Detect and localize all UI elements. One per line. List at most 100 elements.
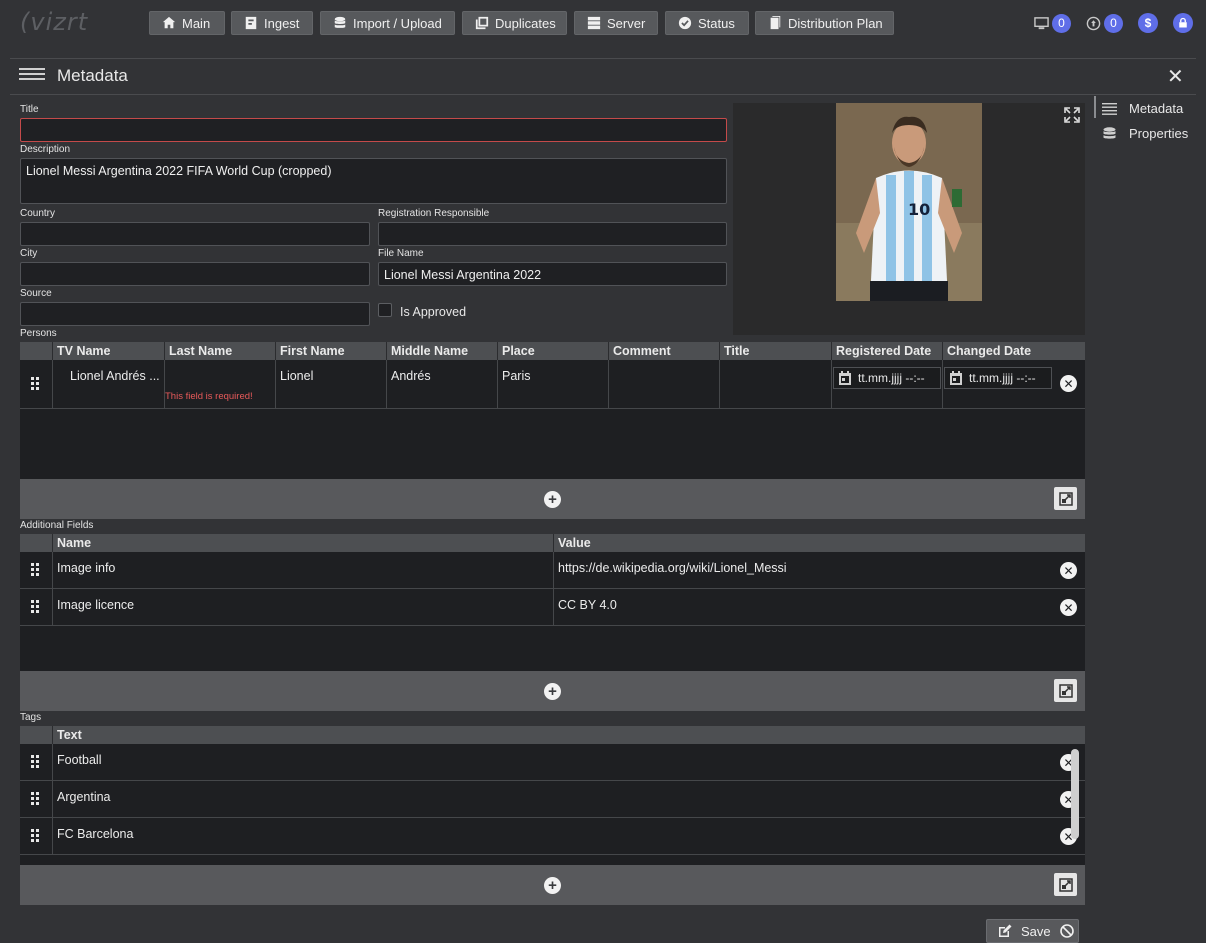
nav-distribution-button[interactable]: Distribution Plan	[755, 11, 894, 35]
description-textarea[interactable]: Lionel Messi Argentina 2022 FIFA World C…	[20, 158, 727, 204]
approved-checkbox[interactable]	[378, 303, 392, 317]
nav-duplicates-button[interactable]: Duplicates	[462, 11, 567, 35]
source-input[interactable]	[20, 302, 370, 326]
column-header[interactable]: Comment	[608, 342, 719, 360]
remove-row-icon[interactable]: ✕	[1060, 599, 1077, 616]
upload-counter[interactable]: 0	[1086, 13, 1123, 33]
column-header[interactable]: Name	[52, 534, 553, 552]
first-name-cell[interactable]: Lionel	[275, 360, 386, 408]
home-icon	[162, 16, 176, 29]
monitor-counter[interactable]: 0	[1034, 13, 1071, 33]
registration-label: Registration Responsible	[378, 208, 490, 219]
place-cell[interactable]: Paris	[497, 360, 608, 408]
popout-button[interactable]	[1054, 679, 1077, 702]
user-button[interactable]	[1173, 13, 1193, 33]
close-icon[interactable]: ✕	[1167, 67, 1184, 87]
image-preview: 10	[733, 103, 1085, 335]
table-header: Text	[20, 726, 1085, 744]
nav-main-button[interactable]: Main	[149, 11, 225, 35]
nav-ingest-button[interactable]: Ingest	[231, 11, 313, 35]
nav-server-button[interactable]: Server	[574, 11, 658, 35]
title-input[interactable]	[20, 118, 727, 142]
table-row: Football ✕	[20, 744, 1085, 781]
upload-icon	[1086, 16, 1101, 30]
popout-button[interactable]	[1054, 487, 1077, 510]
column-header[interactable]: Place	[497, 342, 608, 360]
column-header[interactable]: Changed Date	[942, 342, 1053, 360]
ingest-icon	[245, 16, 257, 30]
city-input[interactable]	[20, 262, 370, 286]
column-header[interactable]: Last Name	[164, 342, 275, 360]
column-header[interactable]: Registered Date	[831, 342, 942, 360]
tags-scrollbar[interactable]	[1071, 749, 1079, 839]
edit-icon	[999, 924, 1012, 937]
sidebar-item-metadata[interactable]: Metadata	[1102, 101, 1183, 116]
name-cell[interactable]: Image licence	[52, 589, 553, 625]
remove-row-icon[interactable]: ✕	[1060, 375, 1077, 392]
menu-icon[interactable]	[19, 68, 45, 84]
column-header[interactable]: First Name	[275, 342, 386, 360]
drag-handle-icon[interactable]	[31, 755, 41, 769]
distribution-icon	[770, 16, 781, 30]
title-label: Title	[20, 104, 39, 115]
column-header[interactable]: Text	[52, 726, 1085, 744]
drag-handle-icon[interactable]	[31, 829, 41, 843]
drag-handle-icon[interactable]	[31, 792, 41, 806]
expand-icon[interactable]	[1063, 106, 1081, 124]
column-header[interactable]: Value	[553, 534, 1085, 552]
changed-date-input[interactable]: tt.mm.jjjj --:--	[944, 367, 1052, 389]
currency-button[interactable]: $	[1138, 13, 1158, 33]
top-bar: (vizrt Main Ingest Import / Upload Dupli…	[0, 0, 1206, 48]
add-row-icon[interactable]: +	[544, 683, 561, 700]
required-error: This field is required!	[165, 391, 253, 402]
cancel-icon[interactable]	[1059, 923, 1075, 939]
column-header[interactable]: Title	[719, 342, 831, 360]
title-cell[interactable]	[719, 360, 831, 408]
comment-cell[interactable]	[608, 360, 719, 408]
save-button[interactable]: Save	[986, 919, 1079, 943]
registration-input[interactable]	[378, 222, 727, 246]
popout-button[interactable]	[1054, 873, 1077, 896]
column-header[interactable]: TV Name	[52, 342, 164, 360]
table-header: Name Value	[20, 534, 1085, 552]
drag-handle-icon[interactable]	[31, 377, 41, 391]
tv-name-cell[interactable]: Lionel Andrés ...	[52, 360, 164, 408]
nav-status-button[interactable]: Status	[665, 11, 749, 35]
database-icon	[1103, 127, 1116, 139]
country-input[interactable]	[20, 222, 370, 246]
duplicates-icon	[475, 16, 489, 30]
changed-date-cell: tt.mm.jjjj --:--	[942, 360, 1053, 408]
value-cell[interactable]: CC BY 4.0	[553, 589, 1053, 625]
calendar-icon	[950, 371, 962, 385]
list-icon	[1102, 103, 1117, 115]
dollar-icon: $	[1138, 13, 1158, 33]
sidebar-item-label: Metadata	[1129, 101, 1184, 116]
sidebar-item-properties[interactable]: Properties	[1102, 126, 1188, 141]
table-footer: +	[20, 479, 1085, 519]
add-row-icon[interactable]: +	[544, 877, 561, 894]
last-name-cell[interactable]: This field is required!	[164, 360, 275, 408]
filename-input[interactable]: Lionel Messi Argentina 2022	[378, 262, 727, 286]
drag-handle-icon[interactable]	[31, 563, 41, 577]
tag-cell[interactable]: Argentina	[52, 781, 1052, 817]
tag-cell[interactable]: Football	[52, 744, 1052, 780]
nav-import-label: Import / Upload	[353, 15, 442, 31]
remove-row-icon[interactable]: ✕	[1060, 562, 1077, 579]
preview-image[interactable]: 10	[836, 103, 982, 301]
tag-cell[interactable]: FC Barcelona	[52, 818, 1052, 854]
middle-name-cell[interactable]: Andrés	[386, 360, 497, 408]
vizrt-logo: (vizrt	[20, 8, 89, 36]
nav-import-button[interactable]: Import / Upload	[320, 11, 455, 35]
nav-main-label: Main	[182, 15, 211, 31]
column-header[interactable]: Middle Name	[386, 342, 497, 360]
name-cell[interactable]: Image info	[52, 552, 553, 588]
registered-date-input[interactable]: tt.mm.jjjj --:--	[833, 367, 941, 389]
value-cell[interactable]: https://de.wikipedia.org/wiki/Lionel_Mes…	[553, 552, 1053, 588]
tags-table: Text Football ✕ Argentina ✕ FC Barcelona…	[20, 726, 1085, 905]
tags-label: Tags	[20, 712, 42, 723]
divider	[10, 58, 1196, 59]
add-row-icon[interactable]: +	[544, 491, 561, 508]
table-footer: +	[20, 671, 1085, 711]
upload-count-badge: 0	[1104, 13, 1123, 33]
drag-handle-icon[interactable]	[31, 600, 41, 614]
